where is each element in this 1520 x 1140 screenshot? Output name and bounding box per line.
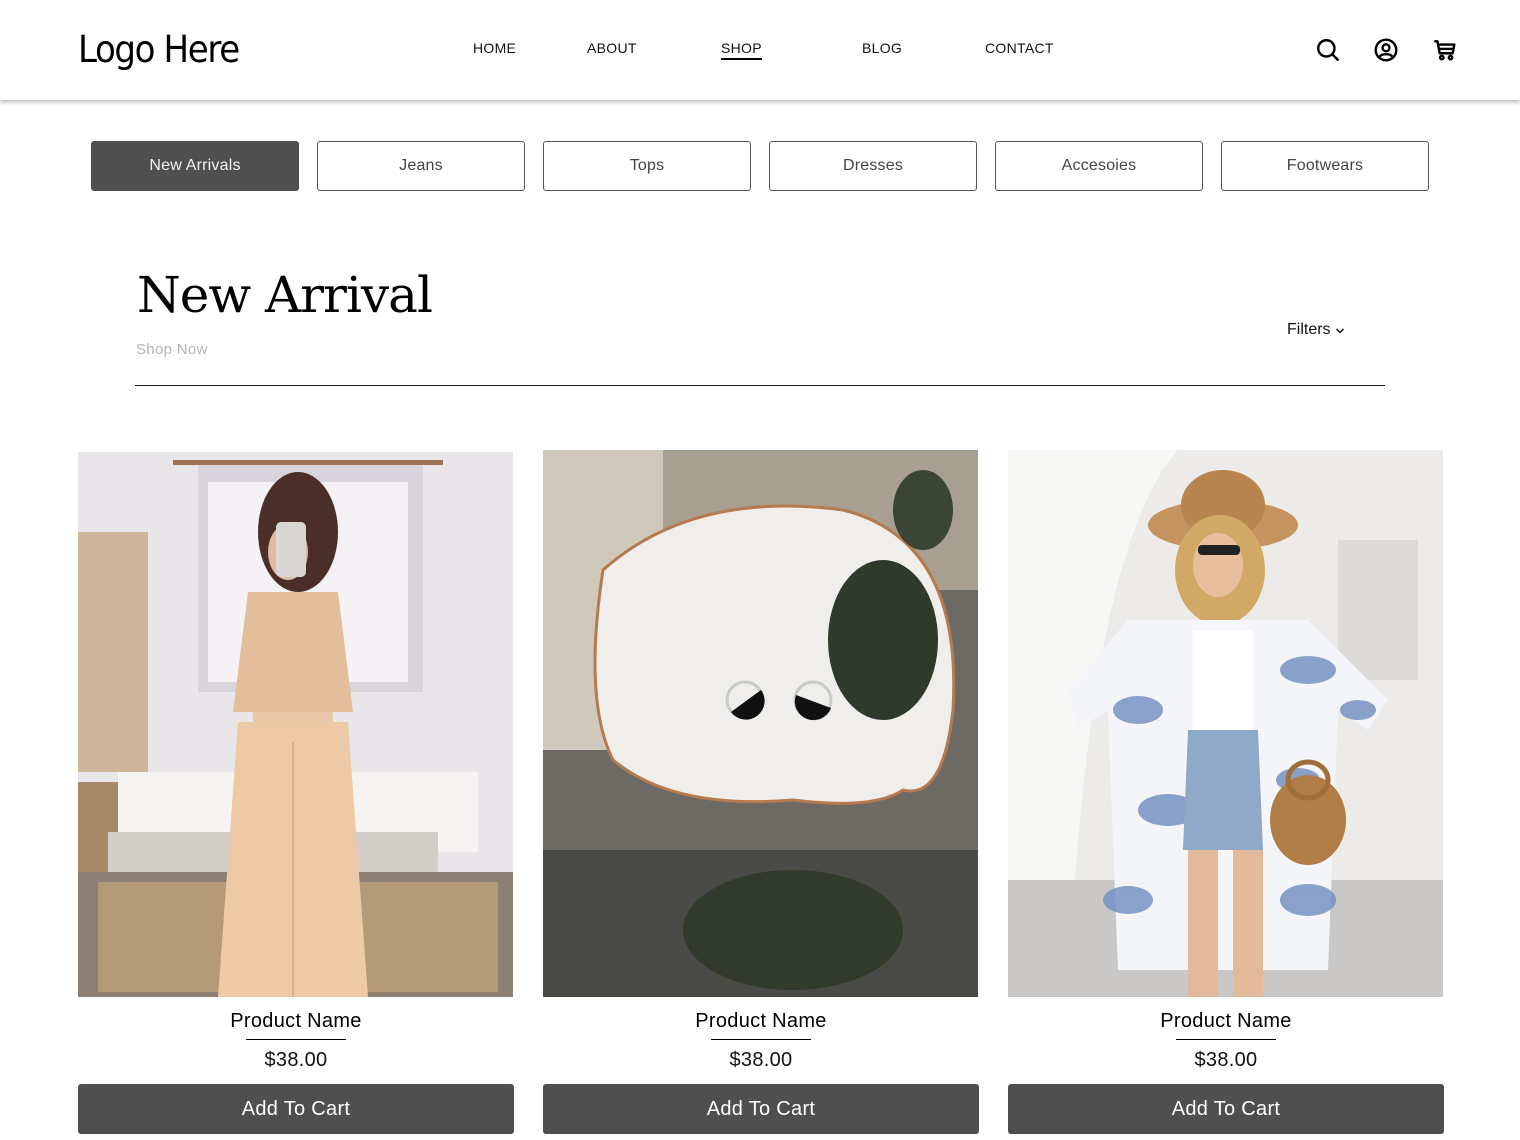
product-card: Product Name $38.00 Add To Cart: [1008, 450, 1444, 1134]
product-image[interactable]: [1008, 450, 1443, 997]
user-account-icon: [1374, 38, 1398, 62]
site-header: Logo Here HOME ABOUT SHOP BLOG CONTACT: [0, 0, 1520, 100]
cart-button[interactable]: [1431, 37, 1457, 63]
nav-shop[interactable]: SHOP: [721, 40, 762, 60]
search-button[interactable]: [1315, 37, 1341, 63]
logo[interactable]: Logo Here: [78, 28, 240, 71]
shop-now-link[interactable]: Shop Now: [136, 341, 208, 358]
account-button[interactable]: [1373, 37, 1399, 63]
section-title: New Arrival: [137, 266, 433, 324]
tab-accessories[interactable]: Accesoies: [995, 141, 1203, 191]
product-card: Product Name $38.00 Add To Cart: [543, 450, 979, 1134]
tab-tops[interactable]: Tops: [543, 141, 751, 191]
add-to-cart-button[interactable]: Add To Cart: [78, 1084, 514, 1134]
product-photo-kimono: [1008, 450, 1443, 997]
shopping-cart-icon: [1434, 40, 1456, 61]
tab-dresses[interactable]: Dresses: [769, 141, 977, 191]
tab-footwears[interactable]: Footwears: [1221, 141, 1429, 191]
tab-jeans[interactable]: Jeans: [317, 141, 525, 191]
product-price: $38.00: [264, 1049, 328, 1071]
product-name[interactable]: Product Name: [1008, 1010, 1444, 1033]
product-name[interactable]: Product Name: [78, 1010, 514, 1033]
nav-home[interactable]: HOME: [473, 40, 516, 56]
product-name-underline: [1176, 1039, 1276, 1040]
product-price: $38.00: [729, 1049, 793, 1071]
product-card: Product Name $38.00 Add To Cart: [78, 452, 514, 1134]
product-image[interactable]: [78, 452, 513, 997]
section-divider: [135, 385, 1385, 386]
product-price: $38.00: [1194, 1049, 1258, 1071]
search-icon: [1317, 39, 1339, 61]
filters-label: Filters: [1287, 321, 1331, 338]
chevron-down-icon: [1335, 328, 1344, 334]
add-to-cart-button[interactable]: Add To Cart: [543, 1084, 979, 1134]
nav-about[interactable]: ABOUT: [587, 40, 637, 56]
filters-dropdown[interactable]: Filters: [1287, 321, 1345, 339]
nav-blog[interactable]: BLOG: [862, 40, 902, 56]
product-image[interactable]: [543, 450, 978, 997]
add-to-cart-button[interactable]: Add To Cart: [1008, 1084, 1444, 1134]
product-name-underline: [246, 1039, 346, 1040]
product-name[interactable]: Product Name: [543, 1010, 979, 1033]
nav-contact[interactable]: CONTACT: [985, 40, 1054, 56]
product-name-underline: [711, 1039, 811, 1040]
product-photo-earrings: [543, 450, 978, 997]
tab-new-arrivals[interactable]: New Arrivals: [91, 141, 299, 191]
product-photo-outfit: [78, 452, 513, 997]
